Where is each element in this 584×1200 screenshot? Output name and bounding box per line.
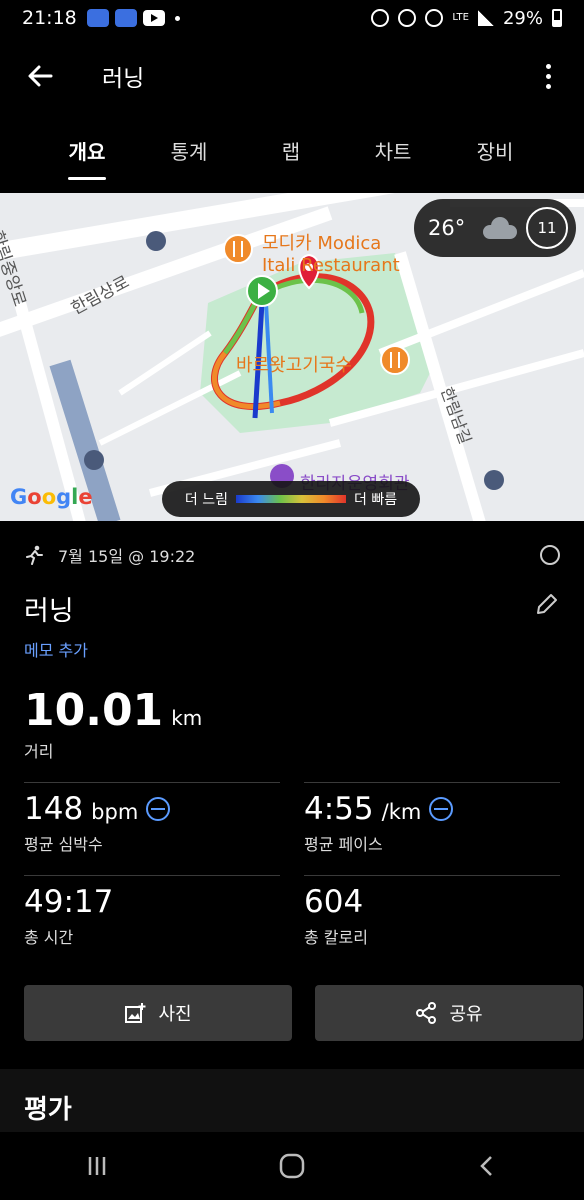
tab-charts[interactable]: 차트 — [342, 120, 444, 186]
tab-stats[interactable]: 통계 — [138, 120, 240, 186]
heart-rate-unit: bpm — [91, 800, 139, 824]
evaluation-title: 평가 — [24, 1095, 72, 1125]
pace-value: 4:55 /km — [304, 791, 454, 827]
start-marker-icon — [246, 275, 278, 307]
map-label-restaurant: 모디카 Modica — [262, 233, 382, 254]
nav-back-button[interactable] — [457, 1136, 517, 1196]
edit-pencil-icon[interactable] — [534, 591, 560, 617]
calories-label: 총 칼로리 — [304, 928, 368, 947]
page-title: 러닝 — [102, 66, 145, 92]
activity-date: 7월 15일 @ 19:22 — [58, 547, 196, 566]
tab-equipment[interactable]: 장비 — [444, 120, 546, 186]
duration-value: 49:17 — [24, 884, 113, 920]
duration-label: 총 시간 — [24, 928, 74, 947]
heart-rate-value: 148 bpm — [24, 791, 171, 827]
pace-chart-icon[interactable] — [429, 797, 454, 821]
calories-number: 604 — [304, 884, 364, 920]
pace-number: 4:55 — [304, 791, 374, 827]
add-photo-icon — [125, 1003, 146, 1023]
heart-rate-chart-icon[interactable] — [146, 797, 171, 821]
evaluation-section: 평가 — [0, 1069, 584, 1132]
bus-stop-icon — [484, 470, 504, 490]
more-notifications-icon — [174, 15, 180, 21]
distance-unit: km — [171, 706, 203, 730]
divider — [24, 875, 280, 876]
heart-rate-label: 평균 심박수 — [24, 835, 103, 854]
recent-apps-button[interactable] — [67, 1136, 127, 1196]
pace-label: 평균 페이스 — [304, 835, 383, 854]
legend-slow-label: 더 느림 — [184, 492, 228, 508]
temperature: 26° — [428, 216, 466, 240]
tab-overview[interactable]: 개요 — [36, 120, 138, 186]
alarm-icon — [371, 9, 390, 27]
status-time: 21:18 — [22, 7, 77, 29]
distance-label: 거리 — [24, 742, 54, 761]
more-dot-icon — [545, 63, 551, 69]
share-button[interactable]: 공유 — [315, 985, 583, 1041]
recent-apps-icon — [89, 1157, 106, 1175]
globe-icon[interactable] — [540, 545, 560, 565]
add-memo-link[interactable]: 메모 추가 — [24, 637, 88, 661]
legend-fast-label: 더 빠름 — [354, 492, 398, 508]
route-map[interactable]: 한림중앙로 한림상로 한림남길 모디카 Modica Itali Restaur… — [0, 193, 584, 521]
home-icon — [279, 1153, 305, 1179]
signal-icon — [477, 10, 494, 26]
pace-gradient-bar — [236, 495, 346, 503]
divider — [304, 782, 560, 783]
battery-percent: 29% — [502, 7, 543, 29]
pace-legend: 더 느림 더 빠름 — [162, 481, 420, 517]
distance-value: 10.01 km — [24, 685, 202, 736]
restaurant-pin-icon — [223, 234, 253, 264]
mute-icon — [398, 9, 417, 27]
date-row: 7월 15일 @ 19:22 — [24, 543, 195, 567]
map-label-restaurant: 바르왓고기국수 — [236, 355, 352, 376]
google-logo: Google — [10, 485, 93, 509]
divider — [24, 782, 280, 783]
back-arrow-icon — [28, 65, 53, 87]
battery-icon — [552, 9, 562, 27]
cloud-icon — [479, 217, 519, 239]
map-label-restaurant: Itali Restaurant — [262, 255, 400, 276]
uv-index: 11 — [526, 207, 568, 249]
tab-laps[interactable]: 랩 — [240, 120, 342, 186]
system-nav-bar — [0, 1132, 584, 1200]
duration-number: 49:17 — [24, 884, 114, 920]
bus-stop-icon — [84, 450, 104, 470]
activity-title: 러닝 — [24, 596, 74, 627]
restaurant-pin-icon — [380, 345, 410, 375]
weather-badge: 26° 11 — [414, 199, 576, 257]
app-bar: 러닝 — [0, 40, 584, 112]
bus-stop-icon — [146, 231, 166, 251]
running-icon — [26, 545, 43, 565]
share-icon — [416, 1002, 437, 1024]
more-options-button[interactable] — [530, 58, 566, 94]
tab-bar: 개요 통계 랩 차트 장비 — [0, 120, 584, 186]
app-notification-icon — [114, 9, 137, 27]
chevron-left-icon — [479, 1156, 492, 1176]
distance-number: 10.01 — [24, 685, 164, 736]
pace-unit: /km — [381, 800, 422, 824]
add-photo-label: 사진 — [158, 1004, 192, 1025]
data-saver-icon — [425, 9, 444, 27]
lte-icon: LTE — [452, 12, 469, 23]
more-dot-icon — [545, 73, 551, 79]
add-photo-button[interactable]: 사진 — [24, 985, 292, 1041]
status-icons: LTE 29% — [371, 0, 562, 36]
calories-value: 604 — [304, 884, 363, 920]
home-button[interactable] — [262, 1136, 322, 1196]
divider — [304, 875, 560, 876]
heart-rate-number: 148 — [24, 791, 84, 827]
app-notification-icon — [86, 9, 109, 27]
back-button[interactable] — [0, 40, 80, 112]
share-label: 공유 — [449, 1004, 483, 1025]
more-dot-icon — [545, 83, 551, 89]
youtube-icon — [142, 10, 165, 26]
status-bar: 21:18 LTE 29% — [0, 0, 584, 36]
